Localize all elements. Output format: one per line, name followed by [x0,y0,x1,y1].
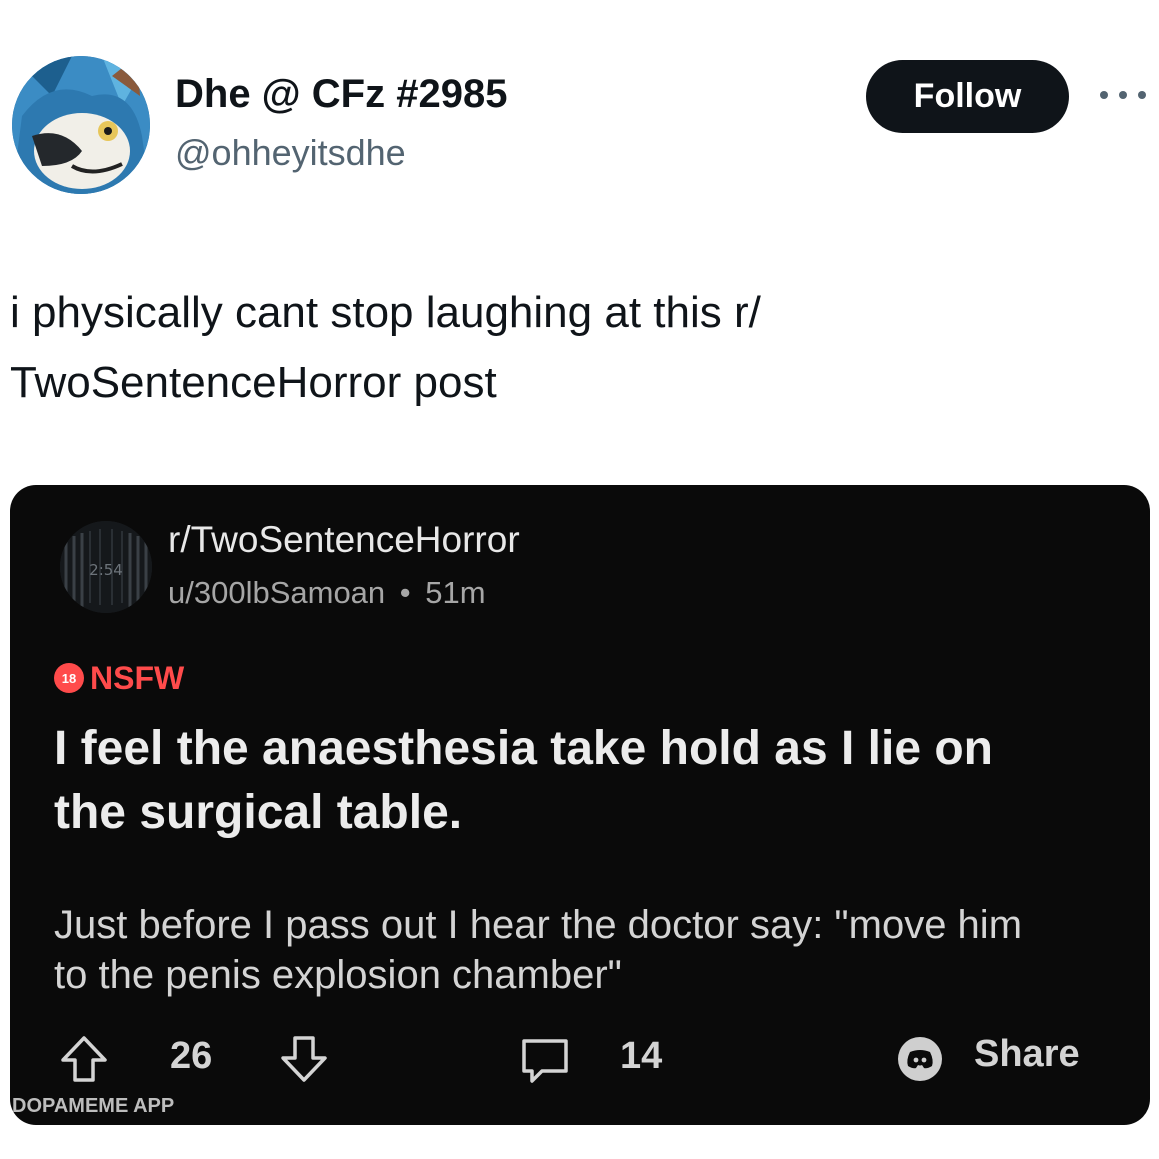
reddit-post-card[interactable]: 2:54 r/TwoSentenceHorror u/300lbSamoan •… [10,485,1150,1125]
subreddit-name[interactable]: r/TwoSentenceHorror [168,519,520,561]
post-author[interactable]: u/300lbSamoan [168,575,385,610]
post-age: 51m [425,575,486,610]
post-title-line: I feel the anaesthesia take hold as I li… [54,722,993,775]
furry-avatar-icon [12,56,150,194]
vote-count: 26 [170,1035,213,1077]
meta-separator: • [399,575,411,610]
post-body: Just before I pass out I hear the doctor… [54,900,1124,1000]
post-action-bar: 26 14 Share [10,1025,1150,1095]
tweet-text: i physically cant stop laughing at this … [10,278,1140,418]
author-avatar[interactable] [12,56,150,194]
comment-bubble-icon[interactable] [518,1035,572,1087]
post-meta: u/300lbSamoan • 51m [168,575,486,611]
discord-icon[interactable] [898,1037,942,1081]
upvote-arrow-icon[interactable] [58,1033,110,1085]
post-title-line: the surgical table. [54,786,463,839]
more-options-icon[interactable] [1100,88,1146,102]
tweet-text-line: TwoSentenceHorror post [10,358,497,407]
nsfw-label: NSFW [90,659,185,696]
subreddit-icon[interactable]: 2:54 [60,521,152,613]
share-button[interactable]: Share [974,1033,1080,1076]
author-display-name[interactable]: Dhe @ CFz #2985 [175,72,507,117]
svg-text:2:54: 2:54 [89,561,123,579]
nsfw-badge: 18 NSFW [54,660,184,696]
post-body-line: to the penis explosion chamber" [54,953,622,997]
comment-count: 14 [620,1035,663,1077]
post-title[interactable]: I feel the anaesthesia take hold as I li… [54,717,1114,845]
post-body-line: Just before I pass out I hear the doctor… [54,903,1023,947]
follow-button[interactable]: Follow [866,60,1069,133]
watermark-text: DOPAMEME APP [12,1095,175,1117]
author-handle[interactable]: @ohheyitsdhe [175,132,406,174]
nsfw-18-icon: 18 [54,663,84,693]
tweet-text-line: i physically cant stop laughing at this … [10,288,761,337]
downvote-arrow-icon[interactable] [278,1033,330,1085]
